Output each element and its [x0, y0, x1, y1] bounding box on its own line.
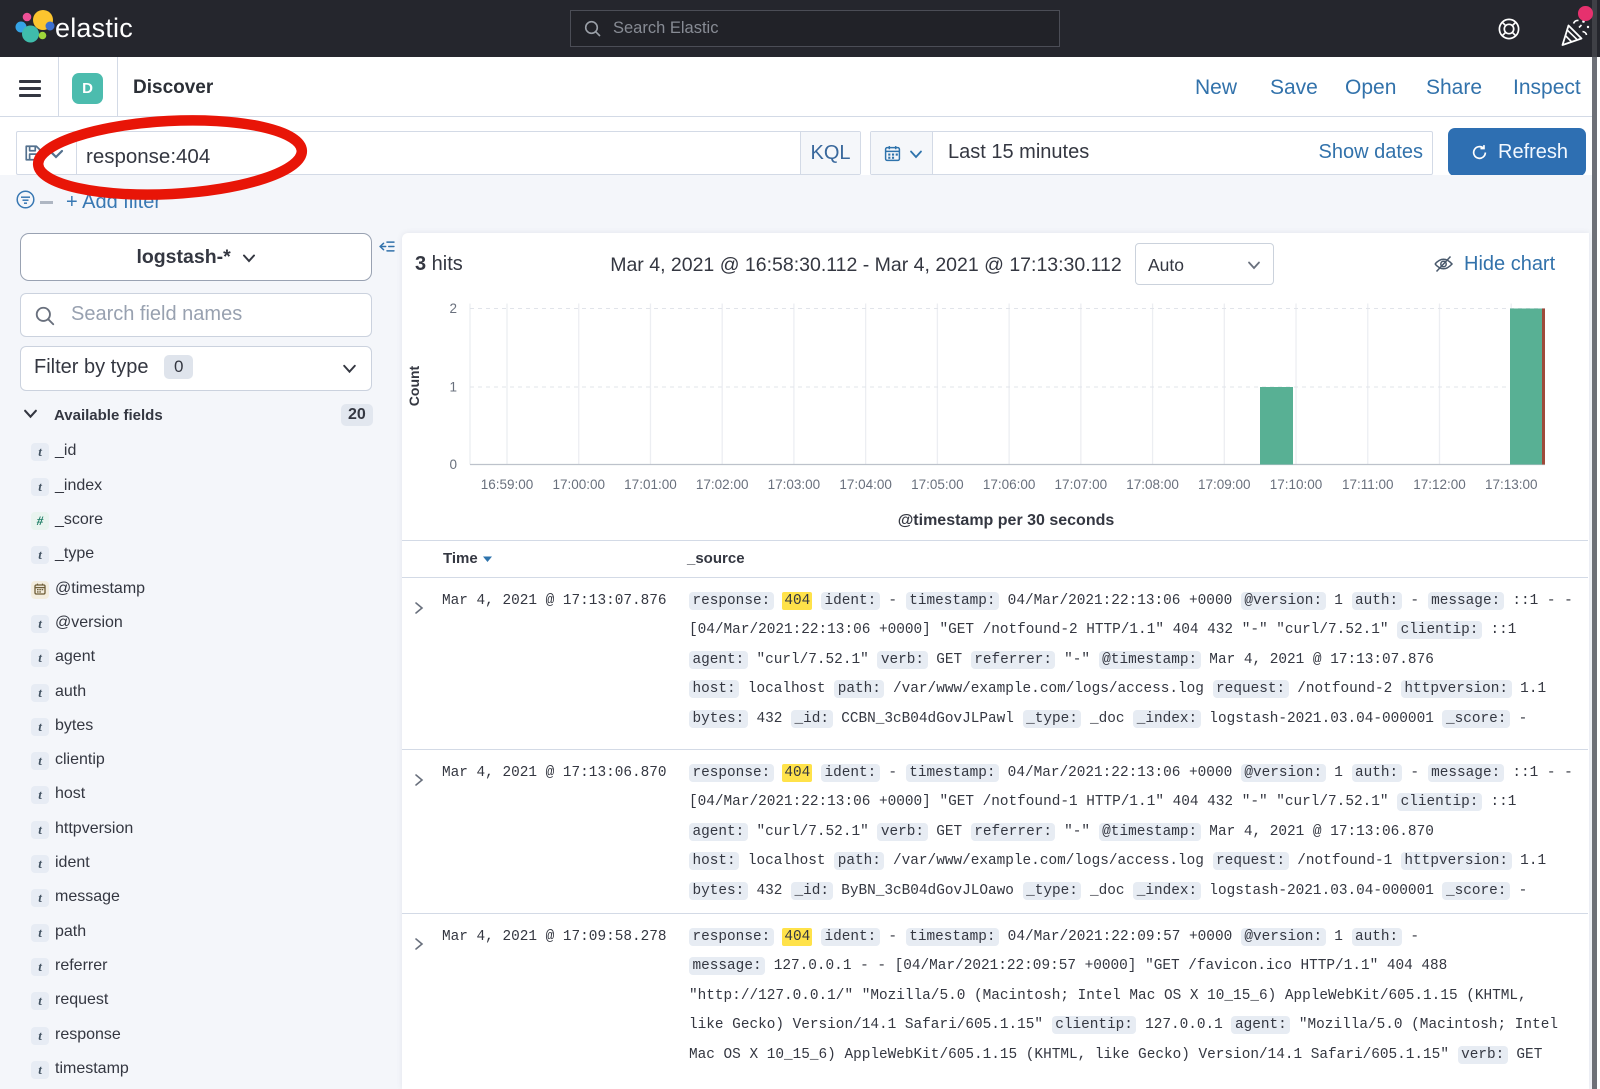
svg-text:17:05:00: 17:05:00 — [911, 477, 964, 492]
svg-text:1: 1 — [449, 380, 457, 395]
svg-text:17:08:00: 17:08:00 — [1126, 477, 1179, 492]
svg-text:2: 2 — [449, 301, 457, 316]
svg-text:17:06:00: 17:06:00 — [983, 477, 1036, 492]
svg-text:17:12:00: 17:12:00 — [1413, 477, 1466, 492]
svg-text:Count: Count — [406, 365, 422, 406]
svg-text:17:02:00: 17:02:00 — [696, 477, 749, 492]
svg-text:17:07:00: 17:07:00 — [1055, 477, 1108, 492]
svg-text:17:09:00: 17:09:00 — [1198, 477, 1251, 492]
svg-text:17:04:00: 17:04:00 — [839, 477, 892, 492]
svg-text:17:10:00: 17:10:00 — [1270, 477, 1323, 492]
svg-text:17:11:00: 17:11:00 — [1342, 477, 1394, 492]
svg-text:17:01:00: 17:01:00 — [624, 477, 677, 492]
svg-text:17:00:00: 17:00:00 — [552, 477, 605, 492]
svg-text:17:03:00: 17:03:00 — [768, 477, 821, 492]
svg-text:16:59:00: 16:59:00 — [481, 477, 534, 492]
svg-text:17:13:00: 17:13:00 — [1485, 477, 1538, 492]
svg-text:0: 0 — [449, 457, 457, 472]
